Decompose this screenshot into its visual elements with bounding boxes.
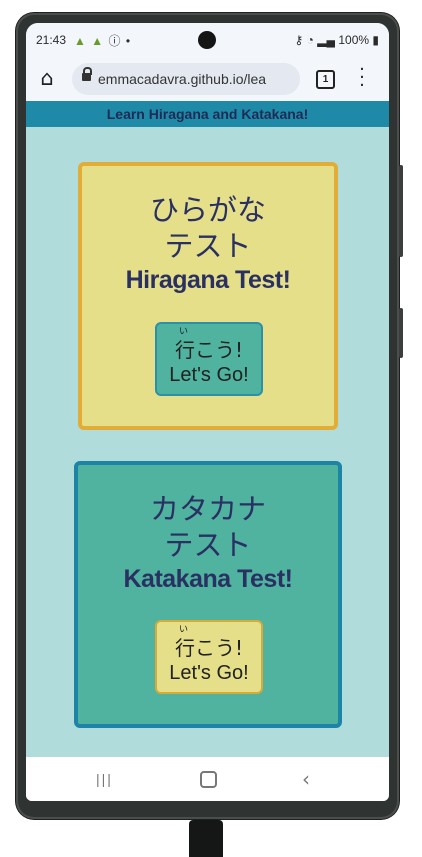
card-title-jp-line2: テスト xyxy=(164,528,252,562)
card-title-jp: ひらがな テスト xyxy=(82,192,334,264)
notification-icons: ▲ ▲ ⓘ • xyxy=(74,32,131,49)
power-button xyxy=(399,308,403,358)
browser-toolbar: ⌂ emmacadavra.github.io/lea 1 · · · xyxy=(26,57,389,101)
button-label-en: Let's Go! xyxy=(169,662,249,684)
status-right: ⚷ ◔ ▂▄ 100% ▮ xyxy=(295,33,379,47)
android-icon: ▲ xyxy=(74,34,87,48)
card-title-jp-line2: テスト xyxy=(164,229,252,263)
card-title-jp-line1: カタカナ xyxy=(149,492,266,526)
card-title-jp-line1: ひらがな xyxy=(149,193,266,227)
dot-icon: • xyxy=(125,34,132,48)
lock-icon xyxy=(82,67,92,81)
tab-switcher-button[interactable]: 1 xyxy=(316,70,335,89)
site-header: Learn Hiragana and Katakana! xyxy=(26,101,389,127)
status-time: 21:43 xyxy=(36,33,67,47)
home-icon[interactable] xyxy=(200,771,217,788)
hiragana-lets-go-button[interactable]: い 行こう! Let's Go! xyxy=(155,322,263,396)
home-icon: ⌂ xyxy=(40,66,54,90)
recents-icon[interactable]: ||| xyxy=(96,771,112,787)
card-title-jp: カタカナ テスト xyxy=(78,491,338,563)
volume-button xyxy=(399,165,403,257)
address-bar[interactable]: emmacadavra.github.io/lea xyxy=(72,63,300,95)
screen: 21:43 ▲ ▲ ⓘ • ⚷ ◔ ▂▄ 100% ▮ ⌂ emmacadavr… xyxy=(26,23,389,801)
battery-percent: 100% xyxy=(338,33,370,47)
katakana-lets-go-button[interactable]: い 行こう! Let's Go! xyxy=(155,620,263,694)
camera-hole xyxy=(198,31,216,49)
wifi-icon: ◔ xyxy=(306,33,314,47)
hiragana-test-card: ひらがな テスト Hiragana Test! い 行こう! Let's Go! xyxy=(78,162,338,430)
signal-icon: ▂▄ xyxy=(317,33,335,47)
katakana-test-card: カタカナ テスト Katakana Test! い 行こう! Let's Go! xyxy=(74,461,342,728)
more-options-icon[interactable]: · · · xyxy=(356,61,368,95)
button-label-en: Let's Go! xyxy=(169,364,249,386)
button-label-jp: 行こう! xyxy=(174,636,244,660)
button-label-jp: 行こう! xyxy=(174,338,244,362)
info-icon: ⓘ xyxy=(108,34,122,48)
home-button[interactable]: ⌂ xyxy=(36,67,58,89)
android-icon: ▲ xyxy=(91,34,105,48)
system-nav-bar: ||| ‹ xyxy=(26,757,389,801)
usb-cable xyxy=(189,820,223,857)
status-bar: 21:43 ▲ ▲ ⓘ • ⚷ ◔ ▂▄ 100% ▮ xyxy=(26,23,389,57)
vpn-key-icon: ⚷ xyxy=(294,33,304,47)
card-title-en: Hiragana Test! xyxy=(125,266,291,294)
back-icon[interactable]: ‹ xyxy=(302,767,310,791)
card-title-en: Katakana Test! xyxy=(123,565,294,593)
battery-icon: ▮ xyxy=(372,33,379,47)
url-text: emmacadavra.github.io/lea xyxy=(98,71,267,87)
